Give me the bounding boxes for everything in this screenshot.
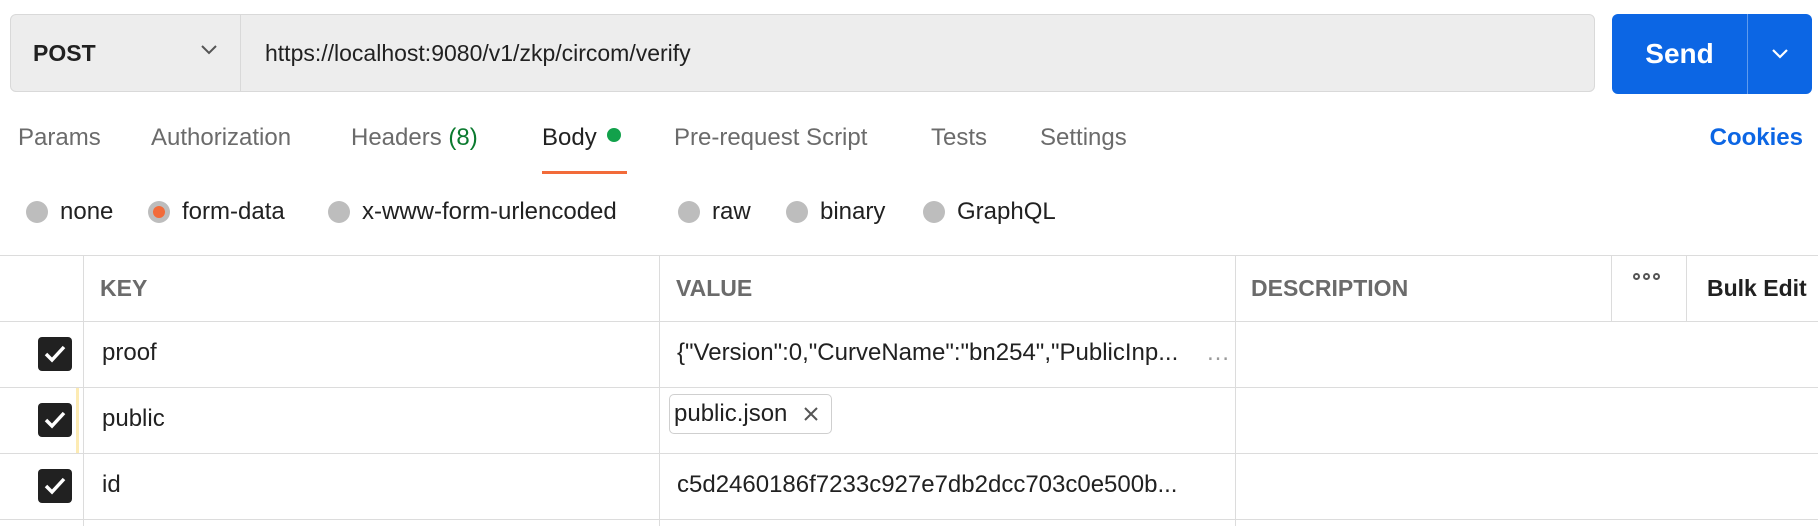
tab-body[interactable]: Body: [542, 124, 621, 152]
chevron-down-icon: [201, 45, 217, 55]
body-indicator-dot: [606, 128, 621, 142]
divider: [0, 255, 1818, 256]
radio-circle-selected: [148, 201, 170, 223]
radio-binary[interactable]: binary: [786, 198, 885, 226]
radio-label: form-data: [182, 198, 285, 225]
divider: [1611, 255, 1612, 321]
divider: [0, 453, 1818, 454]
send-button-group: Send: [1612, 14, 1812, 94]
tab-label: Settings: [1040, 124, 1127, 151]
close-icon[interactable]: [803, 406, 819, 422]
expand-value-icon[interactable]: …: [1206, 339, 1230, 367]
file-chip[interactable]: public.json: [669, 394, 833, 434]
divider: [1686, 255, 1687, 321]
radio-graphql[interactable]: GraphQL: [923, 198, 1056, 226]
tab-settings[interactable]: Settings: [1040, 124, 1127, 152]
tab-label: Pre-request Script: [674, 124, 868, 151]
row-key[interactable]: id: [102, 471, 121, 499]
tab-label: Params: [18, 124, 101, 151]
radio-circle: [678, 201, 700, 223]
active-tab-underline: [542, 171, 627, 174]
row-highlight-bar: [76, 388, 79, 453]
radio-form-data[interactable]: form-data: [148, 198, 285, 226]
checkmark-icon: [44, 345, 66, 363]
row-value[interactable]: {"Version":0,"CurveName":"bn254","Public…: [677, 339, 1227, 367]
radio-label: raw: [712, 198, 751, 225]
divider: [0, 387, 1818, 388]
method-label: POST: [33, 39, 96, 66]
radio-circle: [26, 201, 48, 223]
more-options-icon[interactable]: [1633, 273, 1660, 280]
tab-headers[interactable]: Headers (8): [351, 124, 478, 152]
send-options-button[interactable]: [1748, 14, 1812, 94]
url-input[interactable]: https://localhost:9080/v1/zkp/circom/ver…: [265, 15, 691, 91]
divider: [83, 255, 84, 526]
column-header-value: VALUE: [676, 275, 753, 301]
checkmark-icon: [44, 477, 66, 495]
bulk-edit-button[interactable]: Bulk Edit: [1707, 255, 1807, 321]
tab-pre-request-script[interactable]: Pre-request Script: [674, 124, 867, 152]
chevron-down-icon: [1772, 49, 1788, 59]
divider: [0, 321, 1818, 322]
radio-none[interactable]: none: [26, 198, 113, 226]
checkmark-icon: [44, 411, 66, 429]
tab-tests[interactable]: Tests: [931, 124, 987, 152]
cookies-link[interactable]: Cookies: [1710, 124, 1803, 152]
row-checkbox[interactable]: [38, 469, 72, 503]
radio-circle: [786, 201, 808, 223]
file-name: public.json: [674, 400, 788, 427]
headers-count: (8): [448, 124, 478, 151]
tab-label: Tests: [931, 124, 988, 151]
radio-label: binary: [820, 198, 886, 225]
method-select[interactable]: POST: [11, 15, 241, 91]
tab-params[interactable]: Params: [18, 124, 101, 152]
divider: [1235, 255, 1236, 526]
radio-label: GraphQL: [957, 198, 1056, 225]
tab-authorization[interactable]: Authorization: [151, 124, 291, 152]
radio-label: none: [60, 198, 114, 225]
radio-x-www-form-urlencoded[interactable]: x-www-form-urlencoded: [328, 198, 617, 226]
radio-label: x-www-form-urlencoded: [362, 198, 617, 225]
radio-circle: [923, 201, 945, 223]
row-key[interactable]: proof: [102, 339, 157, 367]
request-bar: POST https://localhost:9080/v1/zkp/circo…: [10, 14, 1595, 92]
tab-label: Authorization: [151, 124, 292, 151]
tab-label: Body: [542, 124, 597, 151]
column-header-description: DESCRIPTION: [1251, 275, 1409, 301]
radio-circle: [328, 201, 350, 223]
row-value[interactable]: c5d2460186f7233c927e7db2dcc703c0e500b...: [677, 471, 1227, 499]
column-header-key: KEY: [100, 275, 148, 301]
row-checkbox[interactable]: [38, 337, 72, 371]
send-button[interactable]: Send: [1612, 14, 1747, 94]
divider: [0, 519, 1818, 520]
radio-raw[interactable]: raw: [678, 198, 751, 226]
row-checkbox[interactable]: [38, 403, 72, 437]
tab-label: Headers: [351, 124, 442, 151]
divider: [659, 255, 660, 526]
row-key[interactable]: public: [102, 405, 165, 433]
form-data-table: KEY VALUE DESCRIPTION Bulk Edit proof {"…: [0, 255, 1818, 526]
